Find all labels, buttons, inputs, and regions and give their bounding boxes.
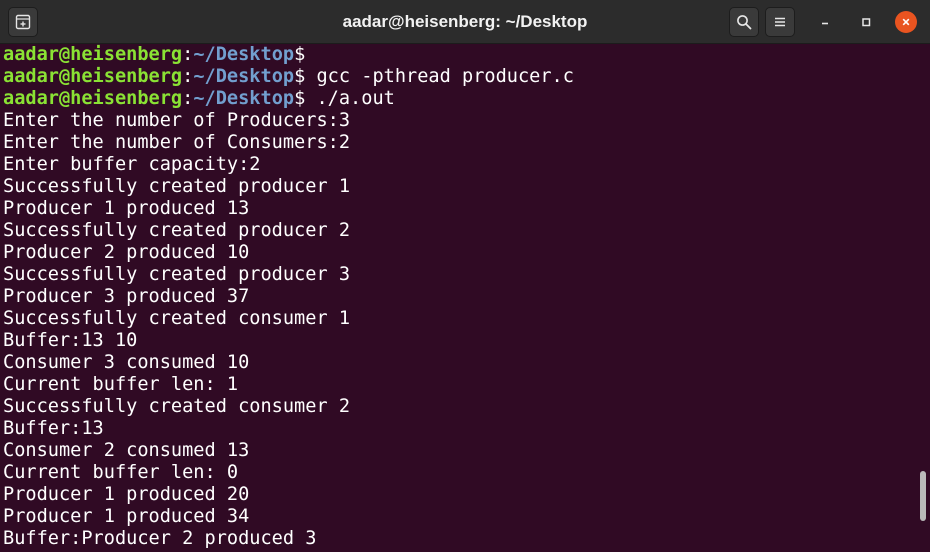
output-line: Successfully created producer 3	[3, 264, 351, 285]
prompt-path: ~/Desktop	[193, 88, 295, 109]
output-line: Successfully created consumer 1	[3, 308, 351, 329]
prompt-symbol: $	[294, 88, 306, 109]
output-line: Buffer:13 10	[3, 330, 138, 351]
maximize-button[interactable]	[855, 11, 877, 33]
new-tab-icon	[15, 14, 31, 30]
prompt-user-host: aadar@heisenberg	[3, 44, 183, 65]
prompt-symbol: $	[294, 66, 306, 87]
prompt-user-host: aadar@heisenberg	[3, 88, 183, 109]
prompt-line: aadar@heisenberg:~/Desktop$	[3, 44, 930, 66]
scrollbar[interactable]	[916, 44, 930, 552]
close-button[interactable]	[895, 11, 917, 33]
output-line: Enter the number of Producers:3	[3, 110, 351, 131]
output-line: Successfully created producer 2	[3, 220, 351, 241]
command-text: ./a.out	[305, 88, 395, 109]
output-line: Consumer 3 consumed 10	[3, 352, 250, 373]
output-line: Producer 2 produced 10	[3, 242, 250, 263]
prompt-colon: :	[182, 44, 194, 65]
output-line: Successfully created producer 1	[3, 176, 351, 197]
search-icon	[737, 15, 752, 30]
output-line: Current buffer len: 0	[3, 462, 239, 483]
hamburger-menu-icon	[775, 17, 785, 27]
prompt-path: ~/Desktop	[193, 44, 295, 65]
scrollbar-thumb[interactable]	[920, 471, 926, 521]
output-line: Enter buffer capacity:2	[3, 154, 261, 175]
command-text: gcc -pthread producer.c	[305, 66, 574, 87]
prompt-path: ~/Desktop	[193, 66, 295, 87]
prompt-symbol: $	[294, 44, 306, 65]
output-line: Buffer:13	[3, 418, 104, 439]
prompt-user-host: aadar@heisenberg	[3, 66, 183, 87]
output-line: Enter the number of Consumers:2	[3, 132, 351, 153]
output-line: Producer 1 produced 20	[3, 484, 250, 505]
menu-button[interactable]	[765, 7, 795, 37]
prompt-line: aadar@heisenberg:~/Desktop$ ./a.out	[3, 88, 930, 110]
minimize-button[interactable]	[814, 11, 836, 33]
new-tab-button[interactable]	[8, 7, 38, 37]
output-line: Successfully created consumer 2	[3, 396, 351, 417]
title-bar[interactable]: aadar@heisenberg: ~/Desktop	[0, 0, 930, 44]
output-line: Current buffer len: 1	[3, 374, 239, 395]
terminal-window: aadar@heisenberg: ~/Desktop aadar@heisen…	[0, 0, 930, 552]
maximize-icon	[862, 18, 871, 27]
prompt-colon: :	[182, 66, 194, 87]
minimize-icon	[822, 22, 828, 25]
output-line: Producer 1 produced 13	[3, 198, 250, 219]
output-line: Producer 3 produced 37	[3, 286, 250, 307]
close-icon	[902, 18, 910, 26]
output-line: Consumer 2 consumed 13	[3, 440, 250, 461]
prompt-line: aadar@heisenberg:~/Desktop$ gcc -pthread…	[3, 66, 930, 88]
output-line: Producer 1 produced 34	[3, 506, 250, 527]
output-line: Buffer:Producer 2 produced 3	[3, 528, 317, 549]
prompt-colon: :	[182, 88, 194, 109]
terminal-output[interactable]: aadar@heisenberg:~/Desktop$ aadar@heisen…	[0, 44, 930, 552]
search-button[interactable]	[729, 7, 759, 37]
